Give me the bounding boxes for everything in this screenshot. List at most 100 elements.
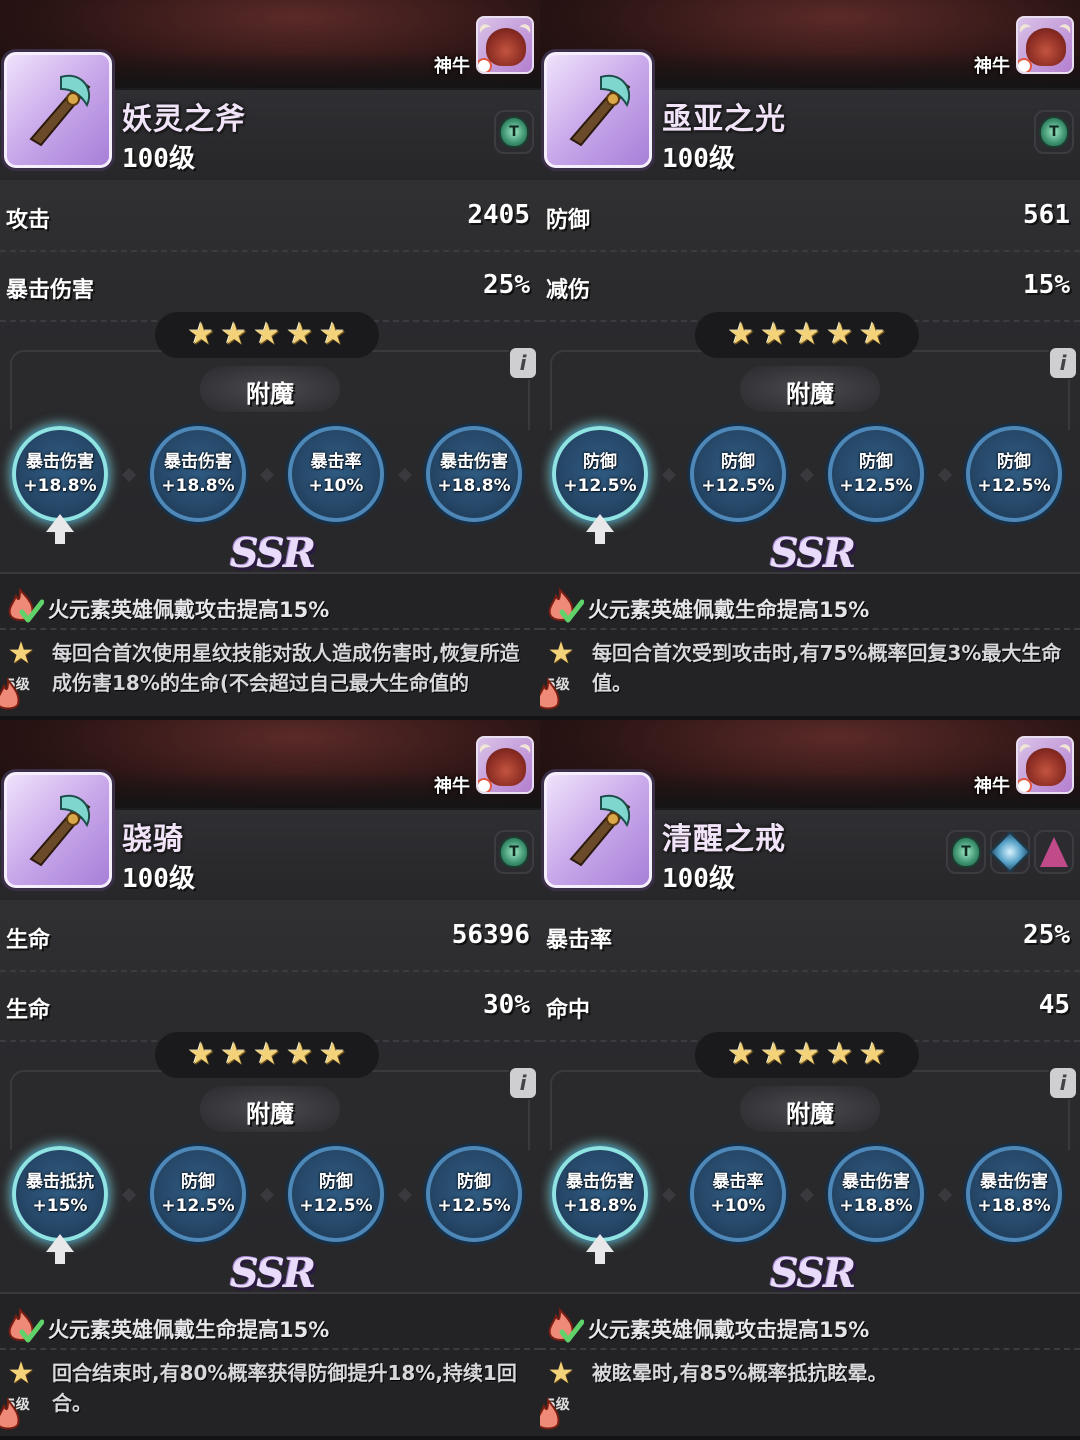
upgrade-arrow-icon[interactable]	[46, 514, 74, 544]
enchant-orb[interactable]: 暴击伤害 +18.8%	[426, 426, 522, 522]
enchant-orb[interactable]: 防御 +12.5%	[966, 426, 1062, 522]
divider	[540, 1348, 1080, 1350]
star-icon: ★	[760, 317, 788, 352]
separator-diamond-icon	[121, 467, 137, 483]
upgrade-arrow-icon[interactable]	[46, 1234, 74, 1264]
item-art-icon	[29, 74, 91, 147]
fire-element-icon	[1018, 58, 1032, 72]
enchant-text: 暴击伤害 +18.8%	[430, 450, 518, 498]
enchant-orb[interactable]: 防御 +12.5%	[288, 1146, 384, 1242]
enchant-text: 防御 +12.5%	[970, 450, 1058, 498]
enchant-orb[interactable]: 防御 +12.5%	[552, 426, 648, 522]
star-rating: ★ ★ ★ ★ ★	[695, 1032, 919, 1078]
enchant-text: 暴击伤害 +18.8%	[970, 1170, 1058, 1218]
info-button[interactable]: i	[508, 346, 538, 380]
stat-label: 攻击	[6, 208, 51, 233]
shield-tag-icon[interactable]: T	[494, 830, 534, 874]
star-icon: ★	[793, 1037, 821, 1072]
enchant-name: 暴击伤害	[26, 452, 94, 472]
info-button[interactable]: i	[1048, 1066, 1078, 1100]
star-level-icon: ★	[547, 1356, 575, 1391]
enchant-row: 暴击伤害 +18.8% 暴击伤害 +18.8% 暴击率 +10% 暴击伤害 +18.8%	[0, 426, 540, 544]
star-icon: ★	[859, 1037, 887, 1072]
hero-portrait-button[interactable]	[1016, 16, 1074, 74]
fire-badge-icon	[540, 1398, 560, 1430]
enchant-orb[interactable]: 防御 +12.5%	[426, 1146, 522, 1242]
enchant-orb[interactable]: 暴击伤害 +18.8%	[828, 1146, 924, 1242]
star-icon: ★	[727, 1037, 755, 1072]
item-icon[interactable]	[4, 52, 112, 168]
enchant-name: 暴击伤害	[842, 1172, 910, 1192]
enchant-name: 暴击率	[310, 452, 362, 472]
enchant-orb[interactable]: 暴击率 +10%	[288, 426, 384, 522]
star-effect-row: ★ 5级 每回合首次受到攻击时,有75%概率回复3%最大生命值。	[540, 634, 1080, 716]
enchant-title: 附魔	[246, 1100, 294, 1128]
enchant-name: 暴击抵抗	[26, 1172, 94, 1192]
enchant-text: 暴击率 +10%	[694, 1170, 782, 1218]
enchant-orb[interactable]: 暴击伤害 +18.8%	[552, 1146, 648, 1242]
shield-tag-icon[interactable]: T	[494, 110, 534, 154]
upgrade-arrow-icon[interactable]	[586, 1234, 614, 1264]
enchant-name: 暴击伤害	[980, 1172, 1048, 1192]
hero-name: 神牛	[974, 776, 1010, 797]
enchant-orb[interactable]: 暴击伤害 +18.8%	[966, 1146, 1062, 1242]
item-icon[interactable]	[544, 52, 652, 168]
enchant-value: +10%	[710, 1196, 766, 1216]
info-button[interactable]: i	[1048, 346, 1078, 380]
crystal-tag-icon[interactable]	[988, 830, 1032, 874]
item-name: 清醒之戒	[662, 822, 786, 857]
element-bonus-text: 火元素英雄佩戴攻击提高15%	[48, 598, 330, 622]
enchant-row: 防御 +12.5% 防御 +12.5% 防御 +12.5% 防御 +12.5%	[540, 426, 1080, 544]
enchant-orb[interactable]: 暴击率 +10%	[690, 1146, 786, 1242]
enchant-text: 暴击率 +10%	[292, 450, 380, 498]
info-button[interactable]: i	[508, 1066, 538, 1100]
hero-portrait-button[interactable]	[476, 16, 534, 74]
star-icon: ★	[220, 317, 248, 352]
shield-tag-icon[interactable]: T	[946, 830, 986, 874]
item-art-icon	[569, 794, 631, 867]
item-name: 骁骑	[122, 822, 184, 857]
enchant-name: 暴击伤害	[566, 1172, 634, 1192]
upgrade-arrow-icon[interactable]	[586, 514, 614, 544]
fire-check-icon	[548, 1307, 584, 1343]
enchant-orb[interactable]: 防御 +12.5%	[690, 426, 786, 522]
divider	[0, 1348, 540, 1350]
enchant-orb[interactable]: 暴击伤害 +18.8%	[12, 426, 108, 522]
item-level: 100级	[662, 144, 735, 174]
hero-name: 神牛	[434, 56, 470, 77]
star-level-icon: ★	[7, 1356, 35, 1391]
shield-tag-icon[interactable]: T	[1034, 110, 1074, 154]
stat-value: 25%	[1023, 920, 1070, 950]
enchant-value: +18.8%	[563, 1196, 637, 1216]
element-bonus-text: 火元素英雄佩戴生命提高15%	[588, 598, 870, 622]
enchant-value: +15%	[32, 1196, 88, 1216]
enchant-name: 防御	[997, 452, 1031, 472]
item-tags: T	[946, 830, 1074, 874]
item-icon[interactable]	[544, 772, 652, 888]
shield-icon: T	[1039, 116, 1069, 148]
hero-portrait-button[interactable]	[476, 736, 534, 794]
enchant-header: 附魔	[740, 1086, 880, 1132]
stat-list: 攻击 2405 暴击伤害 25%	[0, 182, 540, 322]
stat-value: 56396	[451, 920, 530, 950]
bonus-section: 火元素英雄佩戴攻击提高15% ★ 5级 被眩晕时,有85%概率抵抗眩晕。	[540, 1292, 1080, 1436]
enchant-orb[interactable]: 防御 +12.5%	[150, 1146, 246, 1242]
element-bonus-row: 火元素英雄佩戴生命提高15%	[540, 582, 1080, 626]
star-icon: ★	[187, 1037, 215, 1072]
enchant-name: 防御	[721, 452, 755, 472]
enchant-value: +18.8%	[839, 1196, 913, 1216]
separator-diamond-icon	[397, 1187, 413, 1203]
enchant-orb[interactable]: 暴击伤害 +18.8%	[150, 426, 246, 522]
enchant-orb[interactable]: 暴击抵抗 +15%	[12, 1146, 108, 1242]
enchant-orb[interactable]: 防御 +12.5%	[828, 426, 924, 522]
hero-portrait-button[interactable]	[1016, 736, 1074, 794]
enchant-name: 防御	[583, 452, 617, 472]
rarity-badge: SSR	[770, 1250, 856, 1297]
star-level-icon: ★	[547, 636, 575, 671]
crystal-icon	[988, 830, 1032, 874]
stat-row: 防御 561	[540, 182, 1080, 252]
spike-tag-icon[interactable]	[1034, 830, 1074, 874]
star-rating: ★ ★ ★ ★ ★	[155, 312, 379, 358]
shield-icon: T	[951, 836, 981, 868]
item-icon[interactable]	[4, 772, 112, 888]
